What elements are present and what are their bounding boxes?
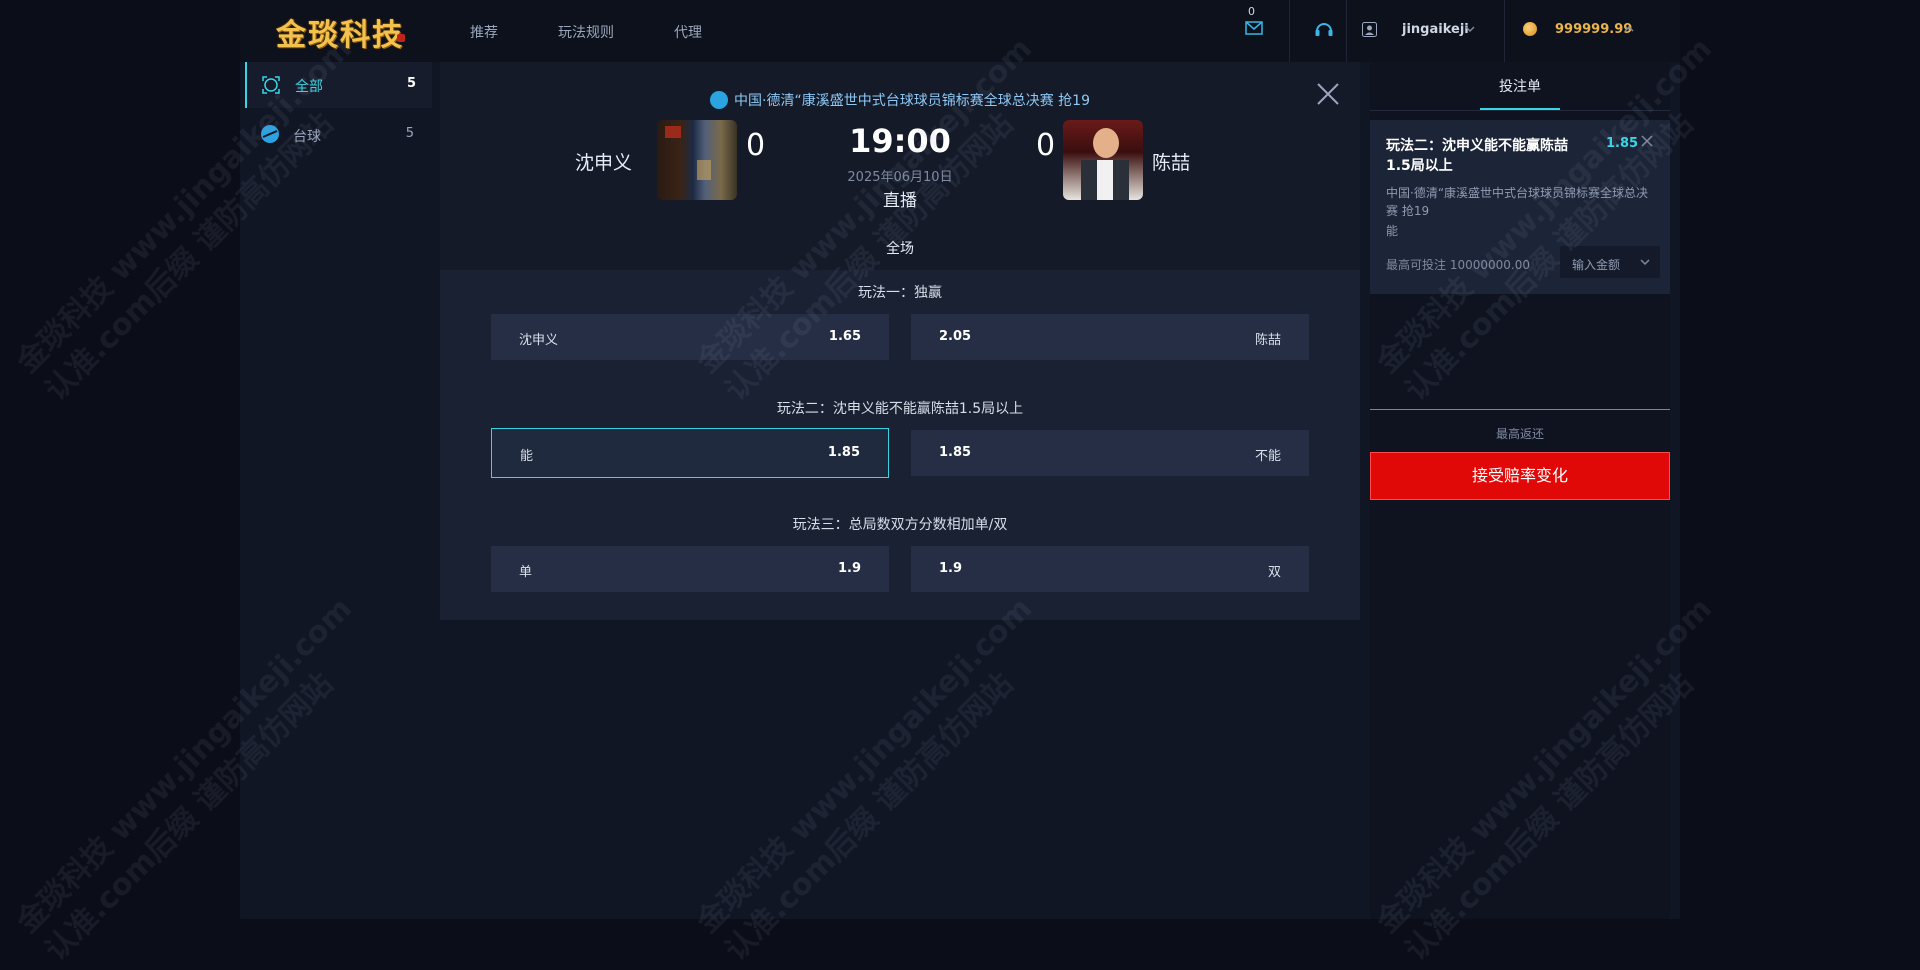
sidebar-item-label: 全部 [295, 79, 323, 95]
ticket-title: 玩法二：沈申义能不能赢陈喆1.5局以上 [1386, 138, 1568, 174]
sidebar-item-all[interactable]: 全部 5 [245, 62, 432, 108]
bet-option-yes[interactable]: 能 1.85 [491, 428, 889, 478]
divider [1370, 110, 1670, 111]
ticket-odds: 1.85 [1606, 136, 1639, 151]
option-name: 双 [1267, 565, 1281, 580]
nav-rules[interactable]: 玩法规则 [558, 22, 614, 42]
sidebar-item-billiards[interactable]: 台球 5 [245, 112, 430, 158]
ticket-pick: 能 [1386, 224, 1399, 238]
all-sports-icon [262, 76, 280, 94]
bet-amount-input[interactable]: 输入金额 [1560, 246, 1660, 278]
play-title: 玩法二：沈申义能不能赢陈喆1.5局以上 [776, 401, 1024, 417]
billiards-icon [710, 91, 729, 109]
match-date: 2025年06月10日 [847, 170, 953, 185]
option-odds: 1.85 [939, 445, 972, 460]
option-odds: 1.9 [939, 561, 963, 576]
chevron-up-icon[interactable] [1624, 25, 1634, 33]
page-margin-left [0, 0, 240, 919]
remove-ticket-icon[interactable] [1640, 134, 1654, 148]
option-name: 不能 [1254, 449, 1281, 464]
coin-icon [1523, 22, 1537, 36]
play-title: 玩法三：总局数双方分数相加单/双 [792, 517, 1008, 533]
league-title: 中国·德清“康溪盛世中式台球球员锦标赛全球总决赛 抢19 [440, 90, 1360, 110]
tab-bet-slip[interactable]: 投注单 [1370, 76, 1670, 96]
option-name: 单 [519, 565, 533, 580]
live-status: 直播 [883, 191, 917, 211]
option-name: 沈申义 [519, 333, 559, 348]
close-icon[interactable] [1314, 80, 1342, 108]
sidebar-item-count: 5 [405, 126, 414, 141]
max-return-label: 最高返还 [1495, 427, 1544, 441]
customer-service-icon[interactable] [1313, 19, 1335, 41]
accept-odds-change-button[interactable]: 接受赔率变化 [1370, 452, 1670, 500]
option-odds: 2.05 [939, 329, 972, 344]
sidebar-item-count: 5 [406, 76, 416, 91]
chevron-down-icon[interactable] [1640, 258, 1650, 266]
play-title: 玩法一：独赢 [858, 285, 942, 301]
brand-logo[interactable]: 金琰科技 [276, 10, 404, 54]
nav-recommend[interactable]: 推荐 [470, 22, 498, 42]
wallet-balance[interactable]: 999999.99 [1555, 22, 1632, 37]
mail-icon[interactable] [1245, 21, 1263, 35]
header-divider [1289, 0, 1290, 62]
bet-option-home-win[interactable]: 沈申义 1.65 [491, 314, 889, 360]
bet-ticket: 玩法二：沈申义能不能赢陈喆1.5局以上 1.85 中国·德清“康溪盛世中式台球球… [1370, 120, 1670, 294]
chevron-down-icon[interactable] [1465, 25, 1475, 33]
max-bet-label: 最高可投注 10000000.00 [1386, 258, 1530, 272]
logo-seal [397, 34, 405, 42]
amount-placeholder: 输入金额 [1572, 258, 1621, 272]
tab-full-match[interactable]: 全场 [440, 238, 1360, 258]
league-name: 中国·德清“康溪盛世中式台球球员锦标赛全球总决赛 抢19 [734, 93, 1090, 109]
page-margin-right [1680, 0, 1920, 919]
away-team-avatar [1063, 120, 1143, 200]
billiards-icon [261, 125, 279, 143]
user-icon [1362, 22, 1377, 37]
match-detail-modal: 中国·德清“康溪盛世中式台球球员锦标赛全球总决赛 抢19 沈申义 0 19:00… [440, 62, 1360, 620]
divider [1370, 409, 1670, 410]
match-time: 19:00 [849, 122, 951, 160]
sidebar-item-label: 台球 [293, 129, 321, 145]
away-team-name: 陈喆 [1152, 152, 1191, 174]
option-odds: 1.85 [827, 445, 860, 460]
nav-agent[interactable]: 代理 [674, 22, 702, 42]
option-name: 能 [520, 449, 534, 464]
bet-option-away-win[interactable]: 2.05 陈喆 [911, 314, 1309, 360]
option-odds: 1.65 [828, 329, 861, 344]
bet-option-odd[interactable]: 单 1.9 [491, 546, 889, 592]
ticket-league: 中国·德清“康溪盛世中式台球球员锦标赛全球总决赛 抢19 [1386, 186, 1649, 218]
option-name: 陈喆 [1254, 333, 1281, 348]
header-divider [1504, 0, 1505, 62]
sport-sidebar [240, 62, 430, 919]
username[interactable]: jingaikeji [1402, 22, 1469, 37]
away-score: 0 [1036, 128, 1056, 163]
header-divider [1346, 0, 1347, 62]
option-odds: 1.9 [837, 561, 861, 576]
mail-badge: 0 [1248, 5, 1255, 18]
bet-option-even[interactable]: 1.9 双 [911, 546, 1309, 592]
bet-option-no[interactable]: 1.85 不能 [911, 430, 1309, 476]
